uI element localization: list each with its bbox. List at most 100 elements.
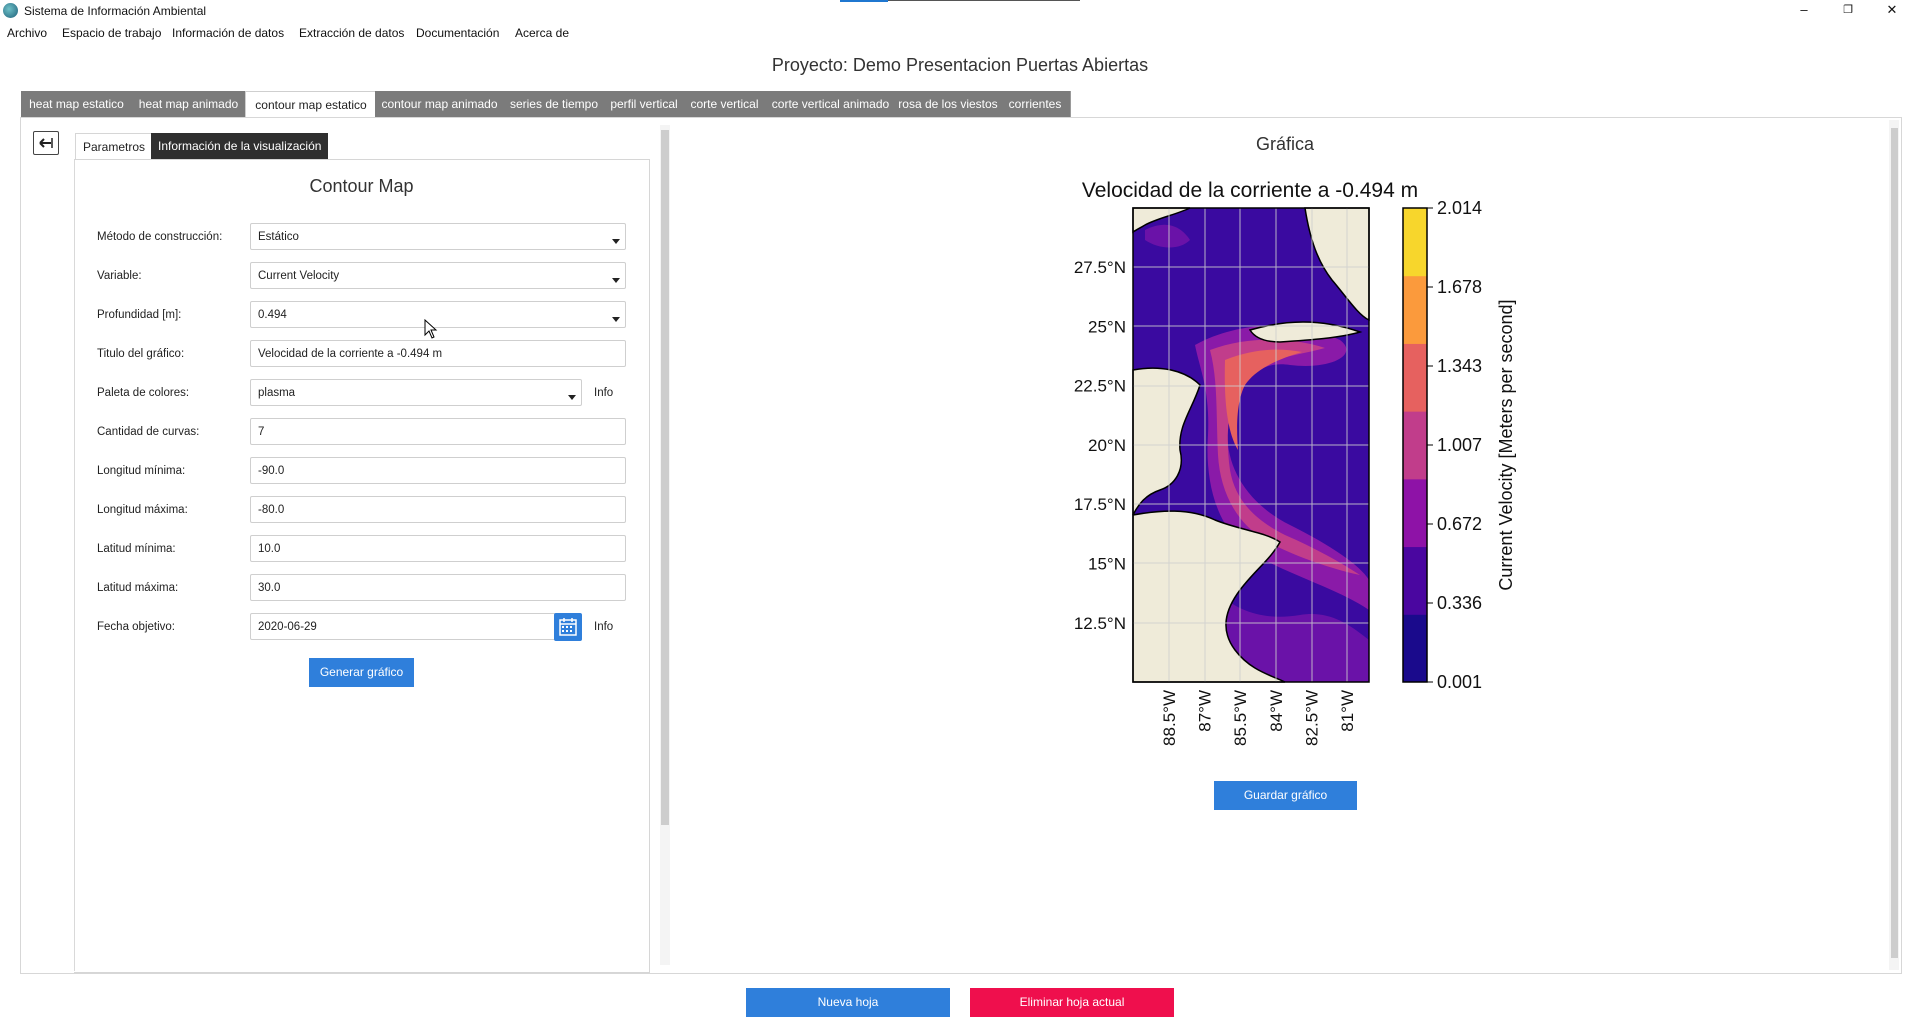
tab-contour-map-animado[interactable]: contour map animado (375, 91, 505, 117)
app-globe-icon (3, 3, 18, 18)
colorbar-tick-labels: 2.014 1.678 1.343 1.007 0.672 0.336 0.001 (1427, 198, 1482, 692)
longitud-max-input[interactable]: -80.0 (250, 496, 626, 523)
variable-select[interactable]: Current Velocity (250, 262, 626, 289)
metodo-label: Método de construcción: (97, 231, 223, 243)
tab-heat-map-estatico[interactable]: heat map estatico (21, 91, 133, 117)
x-tick-label: 87°W (1196, 690, 1215, 732)
longitud-max-label: Longitud máxima: (97, 504, 188, 516)
loading-indicator (840, 0, 1080, 2)
viz-scrollbar[interactable] (1889, 120, 1899, 970)
paleta-select[interactable]: plasma (250, 379, 582, 406)
titulo-label: Titulo del gráfico: (97, 348, 185, 360)
x-axis-labels: 88.5°W 87°W 85.5°W 84°W 82.5°W 81°W (1160, 690, 1357, 746)
subtab-informacion-visualizacion[interactable]: Información de la visualización (151, 133, 329, 159)
fecha-info-link[interactable]: Info (594, 621, 613, 633)
metodo-select[interactable]: Estático (250, 223, 626, 250)
colorbar-segment (1403, 275, 1427, 344)
back-button[interactable] (33, 131, 59, 155)
tab-corrientes[interactable]: corrientes (1000, 91, 1071, 117)
latitud-min-label: Latitud mínima: (97, 543, 176, 555)
y-tick-label: 20°N (1088, 436, 1126, 455)
colorbar-segment (1403, 208, 1427, 277)
tab-heat-map-animado[interactable]: heat map animado (132, 91, 246, 117)
colorbar-segment (1403, 478, 1427, 548)
colorbar-label: Current Velocity [Meters per second] (1496, 299, 1516, 590)
colorbar-segment (1403, 614, 1427, 683)
arrow-left-icon (39, 138, 53, 148)
tab-rosa-de-los-vientos[interactable]: rosa de los viestos (896, 91, 1001, 117)
map-plot-area (1132, 207, 1370, 683)
form-scrollbar-thumb[interactable] (661, 130, 669, 825)
latitud-min-input[interactable]: 10.0 (250, 535, 626, 562)
title-bar: Sistema de Información Ambiental – ❐ ✕ (0, 0, 1920, 22)
menu-espacio-trabajo[interactable]: Espacio de trabajo (62, 26, 161, 40)
y-tick-label: 25°N (1088, 317, 1126, 336)
guardar-grafico-button[interactable]: Guardar gráfico (1214, 781, 1357, 810)
colorbar-segment (1403, 411, 1427, 480)
latitud-max-input[interactable]: 30.0 (250, 574, 626, 601)
calendar-button[interactable] (554, 613, 582, 641)
menu-archivo[interactable]: Archivo (7, 26, 47, 40)
colorbar-tick-label: 0.336 (1437, 593, 1482, 613)
profundidad-label: Profundidad [m]: (97, 309, 182, 321)
paleta-label: Paleta de colores: (97, 387, 190, 399)
maximize-button[interactable]: ❐ (1826, 0, 1870, 22)
project-title: Proyecto: Demo Presentacion Puertas Abie… (771, 55, 1149, 75)
fecha-input[interactable]: 2020-06-29 (250, 613, 556, 640)
form-scrollbar[interactable] (660, 125, 670, 965)
generar-grafico-button[interactable]: Generar gráfico (309, 658, 414, 687)
x-tick-label: 88.5°W (1160, 690, 1179, 746)
y-tick-label: 27.5°N (1074, 258, 1126, 277)
close-button[interactable]: ✕ (1870, 0, 1914, 22)
colorbar (1402, 207, 1428, 683)
viz-scrollbar-thumb[interactable] (1891, 128, 1898, 958)
tab-perfil-vertical[interactable]: perfil vertical (604, 91, 685, 117)
x-tick-label: 85.5°W (1231, 690, 1250, 746)
y-tick-label: 17.5°N (1074, 495, 1126, 514)
x-tick-label: 84°W (1267, 690, 1286, 732)
tab-contour-map-estatico[interactable]: contour map estatico (245, 91, 377, 118)
nueva-hoja-button[interactable]: Nueva hoja (746, 988, 950, 1017)
longitud-min-label: Longitud mínima: (97, 465, 186, 477)
colorbar-segment (1403, 546, 1427, 615)
eliminar-hoja-button[interactable]: Eliminar hoja actual (970, 988, 1174, 1017)
y-tick-label: 12.5°N (1074, 614, 1126, 633)
x-tick-label: 82.5°W (1302, 690, 1321, 746)
colorbar-tick-label: 1.678 (1437, 277, 1482, 297)
titulo-input[interactable]: Velocidad de la corriente a -0.494 m (250, 340, 626, 367)
calendar-icon (559, 618, 577, 636)
menu-acerca-de[interactable]: Acerca de (515, 26, 569, 40)
curvas-input[interactable]: 7 (250, 418, 626, 445)
menu-bar: Archivo Espacio de trabajo Información d… (0, 22, 1920, 44)
colorbar-tick-label: 0.001 (1437, 672, 1482, 692)
longitud-min-input[interactable]: -90.0 (250, 457, 626, 484)
viz-section-title: Gráfica (1255, 134, 1315, 154)
colorbar-tick-label: 1.007 (1437, 435, 1482, 455)
parameters-form: Contour Map Método de construcción: Está… (74, 159, 650, 973)
y-axis-labels: 27.5°N 25°N 22.5°N 20°N 17.5°N 15°N 12.5°N (1074, 258, 1126, 633)
menu-documentacion[interactable]: Documentación (416, 26, 499, 40)
y-tick-label: 22.5°N (1074, 377, 1126, 396)
paleta-info-link[interactable]: Info (594, 387, 613, 399)
y-tick-label: 15°N (1088, 555, 1126, 574)
x-tick-label: 81°W (1338, 690, 1357, 732)
window-title: Sistema de Información Ambiental (24, 4, 207, 18)
colorbar-segment (1403, 343, 1427, 412)
profundidad-select[interactable]: 0.494 (250, 301, 626, 328)
tab-corte-vertical[interactable]: corte vertical (684, 91, 766, 117)
minimize-button[interactable]: – (1782, 0, 1826, 22)
colorbar-tick-label: 1.343 (1437, 356, 1482, 376)
tab-corte-vertical-animado[interactable]: corte vertical animado (765, 91, 897, 117)
chart-title: Velocidad de la corriente a -0.494 m (1082, 179, 1418, 202)
curvas-label: Cantidad de curvas: (97, 426, 200, 438)
subtab-parametros[interactable]: Parametros (75, 133, 154, 160)
colorbar-tick-label: 2.014 (1437, 198, 1482, 218)
mouse-cursor-icon (424, 319, 438, 339)
menu-extraccion-datos[interactable]: Extracción de datos (299, 26, 404, 40)
fecha-label: Fecha objetivo: (97, 621, 175, 633)
contour-map-chart: Velocidad de la corriente a -0.494 m 27.… (1074, 179, 1516, 746)
menu-informacion-datos[interactable]: Información de datos (172, 26, 284, 40)
form-title: Contour Map (309, 176, 414, 196)
tab-series-de-tiempo[interactable]: series de tiempo (504, 91, 605, 117)
variable-label: Variable: (97, 270, 142, 282)
